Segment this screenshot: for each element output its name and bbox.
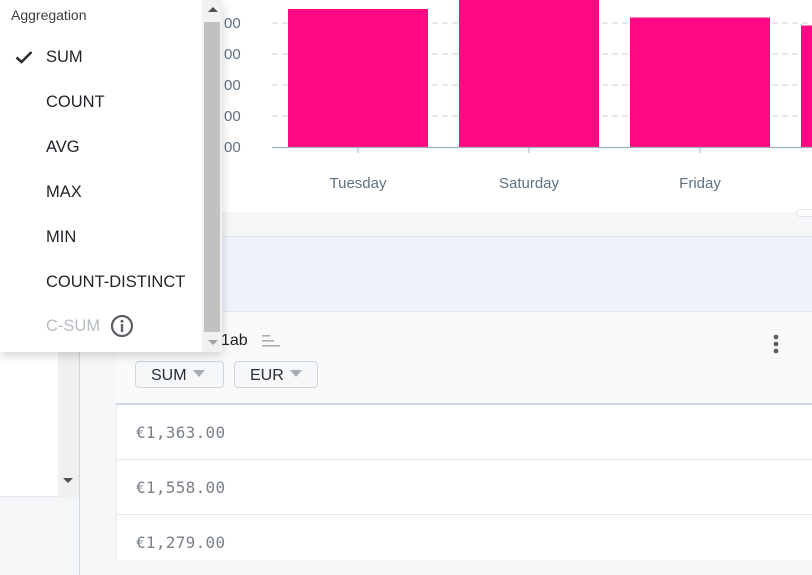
bar-tuesday[interactable]	[288, 9, 428, 147]
table-row[interactable]: €1,363.00	[117, 405, 812, 460]
check-icon	[15, 51, 33, 64]
y-tick-label: 00	[224, 77, 241, 94]
y-tick-label: 00	[224, 46, 241, 63]
x-tick-label: Tuesday	[330, 175, 387, 192]
menu-item-sum[interactable]: SUM	[0, 35, 202, 80]
menu-item-label: SUM	[46, 48, 83, 66]
x-tick-label: Friday	[679, 175, 721, 192]
currency-chip[interactable]: EUR	[234, 361, 318, 388]
menu-header: Aggregation	[11, 7, 87, 23]
menu-item-avg[interactable]: AVG	[0, 125, 202, 170]
column-title: 1ab	[221, 332, 248, 349]
bar-friday[interactable]	[630, 17, 770, 148]
left-scrollbar[interactable]	[58, 340, 79, 497]
y-tick-label: 00	[224, 108, 241, 125]
menu-item-label: COUNT	[46, 93, 105, 111]
menu-item-label: C-SUM	[46, 317, 101, 335]
menu-item-min[interactable]: MIN	[0, 215, 202, 260]
y-tick-label: 00	[224, 139, 241, 156]
data-table: €1,363.00 €1,558.00 €1,279.00	[116, 405, 812, 560]
menu-item-label: AVG	[46, 138, 80, 156]
scroll-down-arrow-icon[interactable]	[208, 340, 218, 345]
chevron-down-icon	[289, 370, 302, 377]
table-row[interactable]: €1,558.00	[117, 460, 812, 515]
menu-item-label: COUNT-DISTINCT	[46, 273, 186, 291]
x-tick-label: Saturday	[499, 175, 560, 192]
chevron-down-icon	[192, 370, 205, 377]
menu-item-count[interactable]: COUNT	[0, 80, 202, 125]
aggregation-chip[interactable]: SUM	[135, 361, 224, 388]
scroll-up-arrow-icon[interactable]	[208, 7, 218, 12]
menu-scrollbar-thumb[interactable]	[204, 22, 220, 332]
chart-horizontal-scroll-handle[interactable]	[796, 209, 812, 217]
sort-lines-icon[interactable]	[262, 335, 282, 347]
info-icon[interactable]	[110, 314, 134, 338]
app-root: 00 00 00 00 00 Tuesday Saturday Friday 1ab SUM …	[0, 0, 812, 575]
menu-item-label: MAX	[46, 183, 82, 201]
more-vertical-icon[interactable]	[768, 332, 784, 356]
menu-item-label: MIN	[46, 228, 77, 246]
y-tick-label: 00	[224, 15, 241, 32]
currency-chip-label: EUR	[250, 367, 284, 384]
table-row[interactable]: €1,279.00	[117, 515, 812, 570]
menu-item-count-distinct[interactable]: COUNT-DISTINCT	[0, 260, 202, 305]
left-scroll-down-arrow-icon[interactable]	[63, 478, 73, 483]
aggregation-dropdown-menu: Aggregation SUM COUNT AVG MAX MIN COUNT-…	[0, 0, 222, 352]
bar-partial[interactable]	[801, 25, 812, 147]
menu-item-c-sum: C-SUM	[0, 304, 202, 349]
bar-saturday[interactable]	[459, 0, 599, 147]
menu-item-max[interactable]: MAX	[0, 170, 202, 215]
aggregation-chip-label: SUM	[151, 367, 187, 384]
menu-scrollbar[interactable]	[202, 0, 222, 352]
